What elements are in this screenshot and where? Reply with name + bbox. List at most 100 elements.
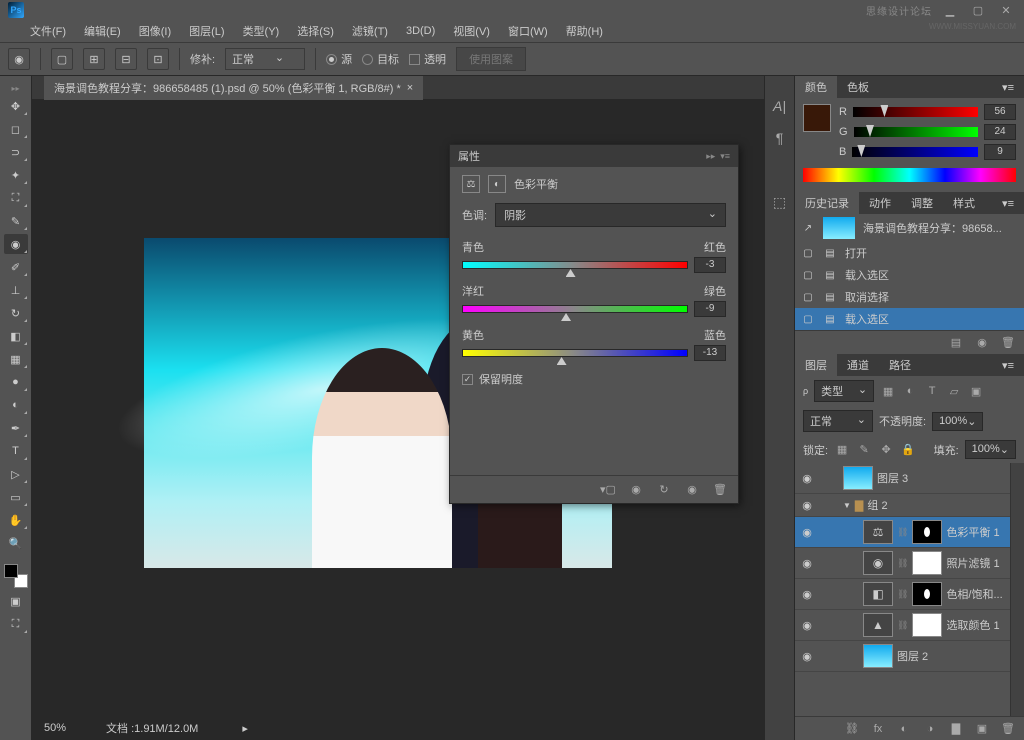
filter-pixel-icon[interactable]: ▦ [880,383,896,399]
menu-select[interactable]: 选择(S) [297,23,334,39]
stamp-tool[interactable]: ⊥ [4,280,28,300]
shape-tool[interactable]: ▭ [4,487,28,507]
tab-actions[interactable]: 动作 [859,192,901,214]
menu-help[interactable]: 帮助(H) [566,23,603,39]
blend-mode-select[interactable]: 正常⌄ [803,410,873,432]
menu-view[interactable]: 视图(V) [453,23,490,39]
history-step[interactable]: ▢▤载入选区 [795,264,1024,286]
panel-menu-icon[interactable]: ▾≡ [992,192,1024,214]
properties-header[interactable]: 属性 ▸▸ ▾≡ [450,145,738,167]
layer-mask-icon[interactable]: ◐ [896,721,912,737]
create-doc-icon[interactable]: ▤ [948,335,964,351]
visibility-icon[interactable]: ◉ [799,526,815,539]
blur-tool[interactable]: ● [4,372,28,392]
close-tab-icon[interactable]: × [407,82,413,94]
layer-row[interactable]: ◉◧⛓色相/饱和... [795,579,1024,610]
r-slider[interactable] [853,107,978,117]
type-tool[interactable]: T [4,441,28,461]
visibility-icon[interactable]: ◉ [799,650,815,663]
brush-tool[interactable]: ✐ [4,257,28,277]
link-layers-icon[interactable]: ⛓ [844,721,860,737]
screenmode-icon[interactable]: ⛶ [4,614,28,634]
opacity-input[interactable]: 100%⌄ [932,412,983,431]
fill-input[interactable]: 100%⌄ [965,440,1016,459]
adjustment-layer-icon[interactable]: ◑ [922,721,938,737]
paragraph-panel-icon[interactable]: ¶ [770,128,790,148]
transparent-check[interactable]: 透明 [409,51,446,67]
lock-pixels-icon[interactable]: ✎ [856,442,872,458]
history-step[interactable]: ▢▤打开 [795,242,1024,264]
menu-type[interactable]: 类型(Y) [243,23,280,39]
color-swatches[interactable] [4,564,28,588]
pen-tool[interactable]: ✒ [4,418,28,438]
source-radio[interactable]: 源 [326,51,352,67]
target-radio[interactable]: 目标 [362,51,399,67]
dodge-tool[interactable]: ◐ [4,395,28,415]
selection-add-icon[interactable]: ⊞ [83,48,105,70]
spectrum-bar[interactable] [803,168,1016,182]
adj-type-icon[interactable]: ⚖ [462,175,480,193]
magenta-green-slider[interactable] [462,305,688,313]
filter-kind-select[interactable]: 类型⌄ [814,380,874,402]
move-tool[interactable]: ✥ [4,96,28,116]
menu-3d[interactable]: 3D(D) [406,25,435,37]
visibility-icon[interactable]: ◉ [799,619,815,632]
menu-image[interactable]: 图像(I) [139,23,171,39]
eraser-tool[interactable]: ◧ [4,326,28,346]
tab-styles[interactable]: 样式 [943,192,985,214]
tab-paths[interactable]: 路径 [879,354,921,376]
layer-row[interactable]: ◉图层 2 [795,641,1024,672]
delete-layer-icon[interactable]: 🗑 [1000,721,1016,737]
menu-file[interactable]: 文件(F) [30,23,66,39]
tab-adjustments[interactable]: 调整 [901,192,943,214]
new-layer-icon[interactable]: ▣ [974,721,990,737]
selection-intersect-icon[interactable]: ⊡ [147,48,169,70]
doc-size[interactable]: 文档 :1.91M/12.0M [106,720,198,736]
reset-icon[interactable]: ↻ [656,482,672,498]
filter-adj-icon[interactable]: ◐ [902,383,918,399]
path-select-tool[interactable]: ▷ [4,464,28,484]
minimize-button[interactable]: ▁ [940,3,960,17]
group-icon[interactable]: ▇ [948,721,964,737]
marquee-tool[interactable]: ◻ [4,119,28,139]
lasso-tool[interactable]: ⊃ [4,142,28,162]
menu-window[interactable]: 窗口(W) [508,23,548,39]
layer-row[interactable]: ◉⚖⛓色彩平衡 1 [795,517,1024,548]
wand-tool[interactable]: ✦ [4,165,28,185]
3d-panel-icon[interactable]: ⬚ [770,192,790,212]
hand-tool[interactable]: ✋ [4,510,28,530]
zoom-tool[interactable]: 🔍 [4,533,28,553]
yellow-blue-slider[interactable] [462,349,688,357]
visibility-icon[interactable]: ◉ [799,499,815,512]
preserve-luminosity-check[interactable]: 保留明度 [462,371,726,387]
tool-preset-icon[interactable]: ◉ [8,48,30,70]
crop-tool[interactable]: ⛶ [4,188,28,208]
document-tab[interactable]: 海景调色教程分享：986658485 (1).psd @ 50% (色彩平衡 1… [44,76,423,100]
visibility-icon[interactable]: ◉ [799,557,815,570]
delete-icon[interactable]: 🗑 [1000,335,1016,351]
tab-layers[interactable]: 图层 [795,354,837,376]
delete-adj-icon[interactable]: 🗑 [712,482,728,498]
filter-smart-icon[interactable]: ▣ [968,383,984,399]
toggle-visibility-icon[interactable]: ◉ [684,482,700,498]
visibility-icon[interactable]: ◉ [799,588,815,601]
eyedropper-tool[interactable]: ✎ [4,211,28,231]
history-snapshot[interactable]: ↗海景调色教程分享：98658... [795,214,1024,242]
selection-subtract-icon[interactable]: ⊟ [115,48,137,70]
character-panel-icon[interactable]: A| [770,96,790,116]
selection-new-icon[interactable]: ▢ [51,48,73,70]
maximize-button[interactable]: ▢ [968,3,988,17]
layer-row[interactable]: ◉▲⛓选取颜色 1 [795,610,1024,641]
history-step[interactable]: ▢▤取消选择 [795,286,1024,308]
patch-tool[interactable]: ◉ [4,234,28,254]
zoom-level[interactable]: 50% [44,722,66,734]
layer-fx-icon[interactable]: fx [870,721,886,737]
layer-row[interactable]: ◉图层 3 [795,463,1024,494]
quickmask-icon[interactable]: ▣ [4,591,28,611]
tab-color[interactable]: 颜色 [795,76,837,98]
properties-panel[interactable]: 属性 ▸▸ ▾≡ ⚖ ◐ 色彩平衡 色调: 阴影⌄ 青色红色 -3 洋红绿色 -… [449,144,739,504]
filter-shape-icon[interactable]: ▱ [946,383,962,399]
mask-icon[interactable]: ◐ [488,175,506,193]
clip-to-layer-icon[interactable]: ▾▢ [600,482,616,498]
lock-transparent-icon[interactable]: ▦ [834,442,850,458]
